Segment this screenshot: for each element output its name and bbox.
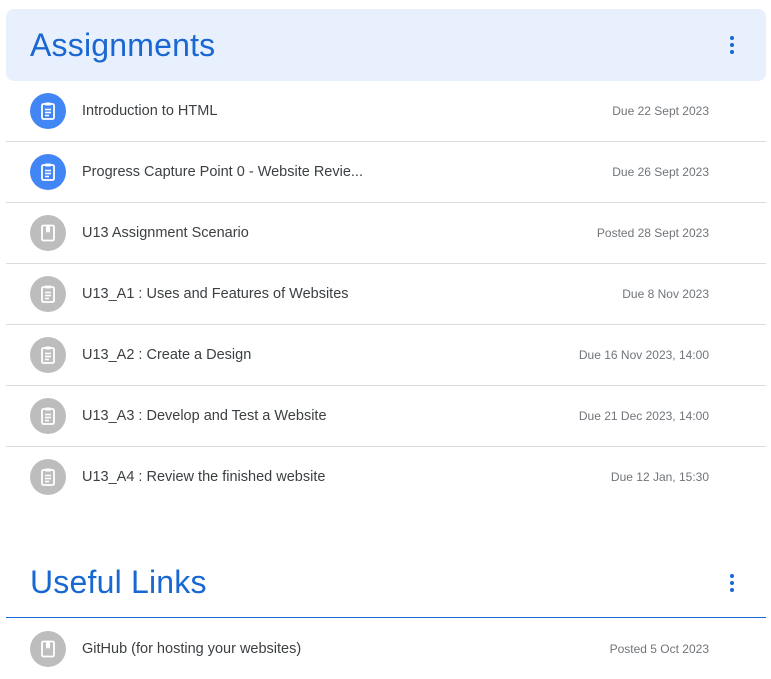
material-title: U13 Assignment Scenario	[82, 225, 249, 241]
assignments-more-options-icon[interactable]	[720, 33, 744, 57]
assignment-icon	[30, 93, 66, 129]
assignment-date: Due 26 Sept 2023	[612, 165, 709, 179]
assignment-date: Due 21 Dec 2023, 14:00	[578, 409, 709, 423]
classwork-page: Assignments Introduction to HTML Due 22 …	[0, 0, 771, 679]
assignment-item[interactable]: Progress Capture Point 0 - Website Revie…	[6, 142, 766, 203]
assignments-section-header: Assignments	[6, 9, 766, 81]
assignment-item[interactable]: Introduction to HTML Due 22 Sept 2023	[6, 81, 766, 142]
assignment-item[interactable]: U13_A3 : Develop and Test a Website Due …	[6, 386, 766, 447]
useful-links-more-options-icon[interactable]	[720, 571, 744, 595]
assignment-item[interactable]: U13_A2 : Create a Design Due 16 Nov 2023…	[6, 325, 766, 386]
material-date: Posted 28 Sept 2023	[596, 226, 709, 240]
assignment-date: Due 16 Nov 2023, 14:00	[578, 348, 709, 362]
useful-links-section-header: Useful Links	[6, 548, 766, 618]
assignment-title: U13_A2 : Create a Design	[82, 347, 252, 363]
material-item[interactable]: GitHub (for hosting your websites) Poste…	[6, 619, 766, 679]
assignment-title: U13_A1 : Uses and Features of Websites	[82, 286, 349, 302]
assignment-date: Due 22 Sept 2023	[612, 104, 709, 118]
assignment-item[interactable]: U13_A4 : Review the finished website Due…	[6, 447, 766, 507]
assignment-icon	[30, 154, 66, 190]
assignment-icon	[30, 398, 66, 434]
assignment-item[interactable]: U13_A1 : Uses and Features of Websites D…	[6, 264, 766, 325]
material-item[interactable]: U13 Assignment Scenario Posted 28 Sept 2…	[6, 203, 766, 264]
assignments-list: Introduction to HTML Due 22 Sept 2023 Pr…	[6, 81, 766, 507]
useful-links-section-title: Useful Links	[30, 564, 207, 600]
assignment-title: U13_A3 : Develop and Test a Website	[82, 408, 327, 424]
assignment-icon	[30, 276, 66, 312]
assignments-section-title: Assignments	[30, 26, 216, 63]
assignment-title: U13_A4 : Review the finished website	[82, 469, 326, 485]
assignment-title: Introduction to HTML	[82, 103, 218, 119]
assignment-title: Progress Capture Point 0 - Website Revie…	[82, 164, 363, 180]
useful-links-list: GitHub (for hosting your websites) Poste…	[6, 619, 766, 679]
assignment-date: Due 12 Jan, 15:30	[610, 470, 709, 484]
assignment-icon	[30, 459, 66, 495]
material-date: Posted 5 Oct 2023	[609, 642, 709, 656]
assignment-date: Due 8 Nov 2023	[622, 287, 709, 301]
material-icon	[30, 631, 66, 667]
material-icon	[30, 215, 66, 251]
material-title: GitHub (for hosting your websites)	[82, 641, 302, 657]
assignment-icon	[30, 337, 66, 373]
